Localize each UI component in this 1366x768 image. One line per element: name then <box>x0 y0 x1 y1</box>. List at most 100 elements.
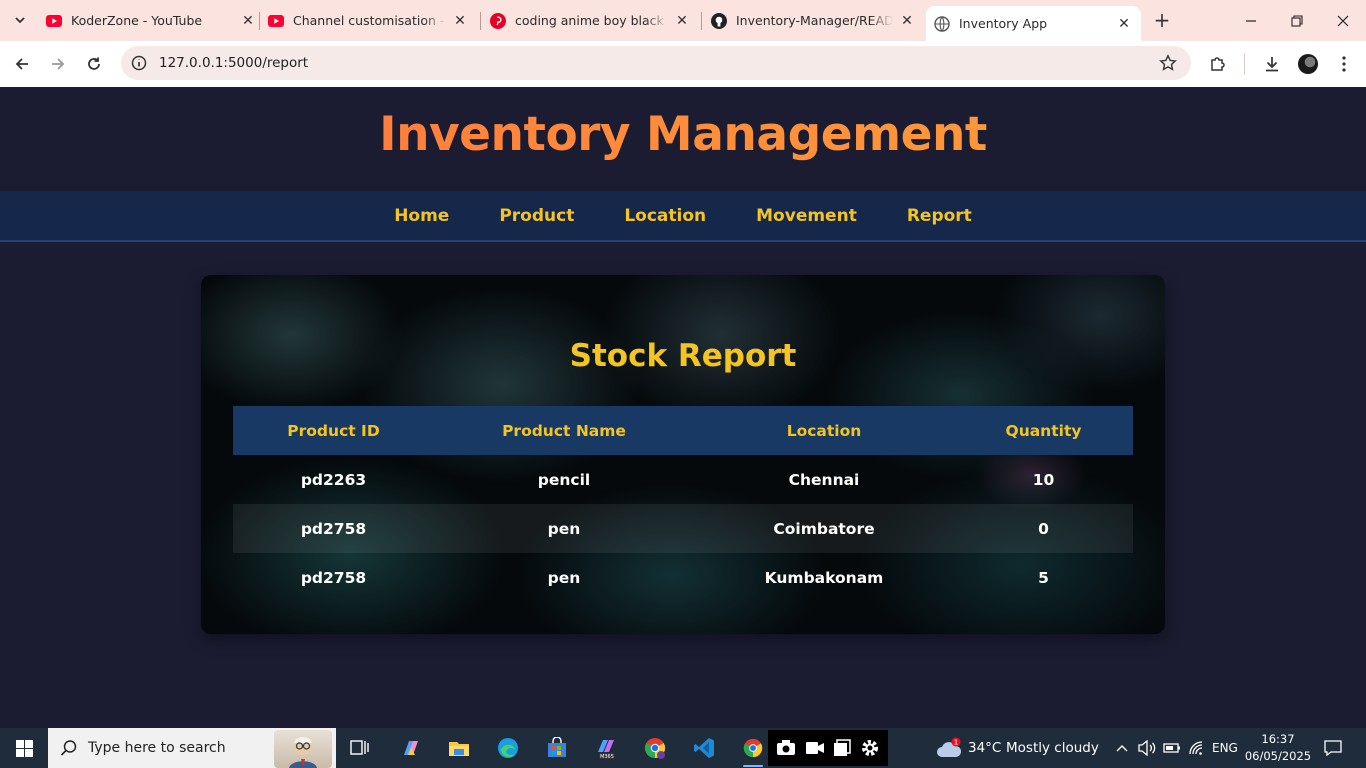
cell-location: Chennai <box>788 470 860 489</box>
cell-location: Coimbatore <box>694 504 954 553</box>
close-tab-icon[interactable]: ✕ <box>899 13 915 29</box>
edge-button[interactable] <box>486 728 530 768</box>
battery-button[interactable] <box>1162 728 1182 768</box>
column-header-location: Location <box>694 406 954 455</box>
m365-icon: M365 <box>598 740 615 760</box>
nav-movement[interactable]: Movement <box>756 206 857 226</box>
tab-title: coding anime boy black and <box>515 13 668 28</box>
clock-date: 06/05/2025 <box>1244 749 1312 763</box>
folder-icon <box>449 742 469 756</box>
table-header-row: Product ID Product Name Location Quantit… <box>233 406 1133 455</box>
video-icon[interactable] <box>805 740 825 756</box>
address-url[interactable]: 127.0.0.1:5000/report <box>159 55 308 71</box>
restore-button[interactable] <box>1274 0 1320 41</box>
puzzle-icon <box>1211 57 1225 71</box>
column-header-product-id: Product ID <box>233 406 434 455</box>
cell-quantity: 5 <box>1038 568 1049 587</box>
nav-product[interactable]: Product <box>499 206 574 226</box>
tab-github[interactable]: Inventory-Manager/README ✕ <box>711 0 915 41</box>
taskbar-search-box[interactable]: Type here to search <box>48 728 336 768</box>
network-button[interactable] <box>1187 728 1207 768</box>
close-tab-icon[interactable]: ✕ <box>240 13 256 29</box>
wifi-icon <box>1189 741 1203 755</box>
language-indicator[interactable]: ENG <box>1212 728 1238 768</box>
site-info-icon[interactable] <box>131 55 147 71</box>
profile-button[interactable] <box>1294 50 1322 78</box>
close-tab-icon[interactable]: ✕ <box>452 13 468 29</box>
settings-gear-icon[interactable] <box>860 738 880 758</box>
back-button[interactable] <box>8 50 36 78</box>
camera-icon[interactable] <box>776 739 796 757</box>
task-view-button[interactable] <box>338 728 382 768</box>
windows-logo-icon <box>15 739 33 757</box>
tab-title: KoderZone - YouTube <box>71 13 203 28</box>
show-hidden-icons-button[interactable] <box>1114 728 1130 768</box>
downloads-button[interactable] <box>1258 50 1286 78</box>
search-icon <box>60 740 77 756</box>
forward-button[interactable] <box>44 50 72 78</box>
reload-button[interactable] <box>80 50 108 78</box>
nav-report[interactable]: Report <box>907 206 972 226</box>
tab-divider <box>701 12 702 30</box>
microsoft-365-button[interactable]: M365 <box>584 728 628 768</box>
weather-condition[interactable]: Mostly cloudy <box>1006 728 1099 768</box>
nav-home[interactable]: Home <box>394 206 449 226</box>
download-icon <box>1266 57 1278 72</box>
weather-badge: 1 <box>954 739 958 747</box>
file-explorer-button[interactable] <box>437 728 481 768</box>
speaker-icon <box>1138 740 1156 756</box>
tab-title: Inventory App <box>959 16 1048 31</box>
vscode-button[interactable] <box>682 728 726 768</box>
arrow-right-icon <box>52 58 65 70</box>
notification-icon <box>1324 740 1342 756</box>
menu-button[interactable] <box>1330 50 1358 78</box>
cell-product-name: pen <box>547 568 581 587</box>
chevron-down-icon <box>15 17 25 24</box>
table-row: pd2758 pen Coimbatore 0 <box>233 504 1133 553</box>
chrome-profile-button[interactable] <box>633 728 677 768</box>
restore-icon <box>1291 14 1303 27</box>
tab-pinterest[interactable]: coding anime boy black and ✕ <box>490 0 690 41</box>
cell-quantity: 0 <box>954 504 1133 553</box>
taskbar: Type here to search M365 1 34°C Mostly c <box>0 728 1366 768</box>
bookmark-star-icon[interactable] <box>1159 54 1177 72</box>
report-title: Stock Report <box>569 338 797 374</box>
close-icon <box>1337 15 1349 26</box>
cell-quantity: 10 <box>1032 470 1055 489</box>
pinterest-icon <box>490 12 506 29</box>
notifications-button[interactable] <box>1320 728 1346 768</box>
close-tab-icon[interactable]: ✕ <box>674 13 690 29</box>
address-bar[interactable]: 127.0.0.1:5000/report <box>121 46 1191 80</box>
task-view-icon <box>350 740 369 755</box>
snipping-tool-toolbar[interactable] <box>768 730 888 766</box>
new-tab-button[interactable]: + <box>1150 8 1174 32</box>
weather-widget-icon[interactable]: 1 <box>934 728 964 768</box>
microsoft-store-button[interactable] <box>535 728 579 768</box>
tab-channel-customisation[interactable]: Channel customisation - You ✕ <box>268 0 468 41</box>
browser-tab-strip: KoderZone - YouTube ✕ Channel customisat… <box>0 0 1366 41</box>
table-row: pd2263 pencil Chennai 10 <box>233 455 1133 504</box>
tab-koderzone[interactable]: KoderZone - YouTube ✕ <box>46 0 256 41</box>
page-content: Inventory Management Home Product Locati… <box>0 87 1366 728</box>
close-window-button[interactable] <box>1320 0 1366 41</box>
volume-button[interactable] <box>1137 728 1157 768</box>
close-tab-icon[interactable]: ✕ <box>1116 16 1132 32</box>
copilot-icon <box>404 741 418 755</box>
copilot-button[interactable] <box>389 728 433 768</box>
browser-toolbar: 127.0.0.1:5000/report <box>0 41 1366 87</box>
report-card: Stock Report Product ID Product Name Loc… <box>201 275 1165 634</box>
vscode-icon <box>694 738 714 758</box>
tab-search-button[interactable] <box>6 6 34 34</box>
main-nav: Home Product Location Movement Report <box>0 191 1366 242</box>
extensions-button[interactable] <box>1204 50 1232 78</box>
cell-product-id: pd2263 <box>300 470 367 489</box>
svg-text:M365: M365 <box>600 754 614 760</box>
nav-location[interactable]: Location <box>624 206 706 226</box>
minimize-button[interactable] <box>1228 0 1274 41</box>
start-button[interactable] <box>0 728 48 768</box>
weather-temperature[interactable]: 34°C <box>968 728 1001 768</box>
tab-inventory-app[interactable]: Inventory App ✕ <box>926 6 1141 41</box>
clock[interactable]: 16:37 06/05/2025 <box>1240 731 1316 765</box>
windows-icon[interactable] <box>833 739 851 757</box>
stock-report-table: Product ID Product Name Location Quantit… <box>233 406 1133 602</box>
